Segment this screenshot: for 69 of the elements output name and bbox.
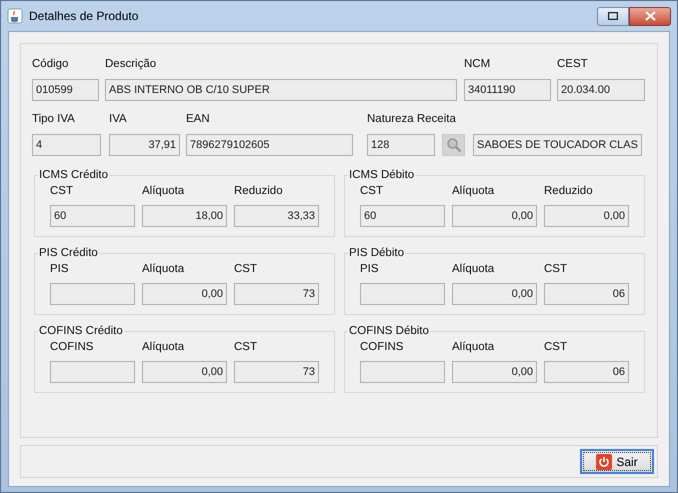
input-field[interactable]: 0,00 (142, 361, 227, 384)
input-field[interactable]: 010599 (32, 79, 99, 101)
field-label: CST (234, 340, 257, 354)
input-field[interactable] (360, 283, 445, 306)
input-field[interactable] (50, 283, 135, 306)
input-field[interactable]: 128 (367, 134, 435, 156)
input-field[interactable]: 18,00 (142, 205, 227, 228)
input-field[interactable]: 60 (50, 205, 135, 228)
group-title: PIS Débito (348, 246, 405, 261)
field-label: Reduzido (544, 184, 593, 198)
input-field[interactable]: 06 (544, 283, 629, 306)
window-title: Detalhes de Produto (29, 8, 138, 25)
field-label: CEST (557, 57, 588, 71)
group-title: ICMS Crédito (38, 168, 110, 183)
input-field[interactable]: 73 (234, 361, 319, 384)
field-label: Alíquota (452, 340, 494, 354)
field-label: NCM (464, 57, 490, 71)
field-label: Alíquota (452, 262, 494, 276)
field-label: CST (50, 184, 73, 198)
field-label: Natureza Receita (367, 112, 456, 126)
search-button[interactable] (442, 134, 465, 156)
power-icon (596, 454, 612, 470)
input-field[interactable]: 34011190 (464, 79, 551, 101)
input-field[interactable]: ABS INTERNO OB C/10 SUPER (105, 79, 457, 101)
group-title: ICMS Débito (348, 168, 416, 183)
input-field[interactable]: 06 (544, 361, 629, 384)
input-field[interactable]: 60 (360, 205, 445, 228)
input-field[interactable]: 4 (32, 134, 101, 156)
field-label: COFINS (50, 340, 94, 354)
input-field[interactable]: 7896279102605 (186, 134, 353, 156)
field-label: CST (544, 340, 567, 354)
group-title: COFINS Crédito (38, 324, 124, 339)
input-field[interactable] (50, 361, 135, 384)
field-label: Alíquota (142, 184, 184, 198)
field-label: PIS (50, 262, 69, 276)
input-field[interactable]: 33,33 (234, 205, 319, 228)
exit-button[interactable]: Sair (580, 449, 654, 474)
field-label: COFINS (360, 340, 404, 354)
input-field[interactable] (360, 361, 445, 384)
input-field[interactable]: 0,00 (544, 205, 629, 228)
close-icon (644, 11, 656, 21)
field-label: IVA (109, 112, 127, 126)
input-field[interactable]: 0,00 (142, 283, 227, 306)
field-label: Alíquota (142, 262, 184, 276)
field-label: Reduzido (234, 184, 283, 198)
coffee-cup-icon (7, 8, 23, 24)
field-label: CST (234, 262, 257, 276)
field-label: CST (360, 184, 383, 198)
input-field[interactable]: 20.034.00 (557, 79, 645, 101)
search-icon (446, 137, 462, 153)
input-field[interactable]: 73 (234, 283, 319, 306)
close-button[interactable] (629, 6, 671, 26)
field-label: CST (544, 262, 567, 276)
restore-button[interactable] (597, 6, 629, 26)
field-label: Descrição (105, 57, 156, 71)
field-label: PIS (360, 262, 379, 276)
input-field[interactable]: 0,00 (452, 283, 537, 306)
restore-icon (608, 12, 618, 20)
input-field[interactable]: 0,00 (452, 361, 537, 384)
group-title: PIS Crédito (38, 246, 99, 261)
field-label: Alíquota (452, 184, 494, 198)
field-label: Código (32, 57, 68, 71)
input-field[interactable]: 37,91 (109, 134, 180, 156)
field-label: EAN (186, 112, 210, 126)
input-field[interactable]: 0,00 (452, 205, 537, 228)
field-label: Tipo IVA (32, 112, 75, 126)
input-field[interactable]: SABOES DE TOUCADOR CLAS (473, 134, 642, 156)
field-label: Alíquota (142, 340, 184, 354)
group-title: COFINS Débito (348, 324, 430, 339)
